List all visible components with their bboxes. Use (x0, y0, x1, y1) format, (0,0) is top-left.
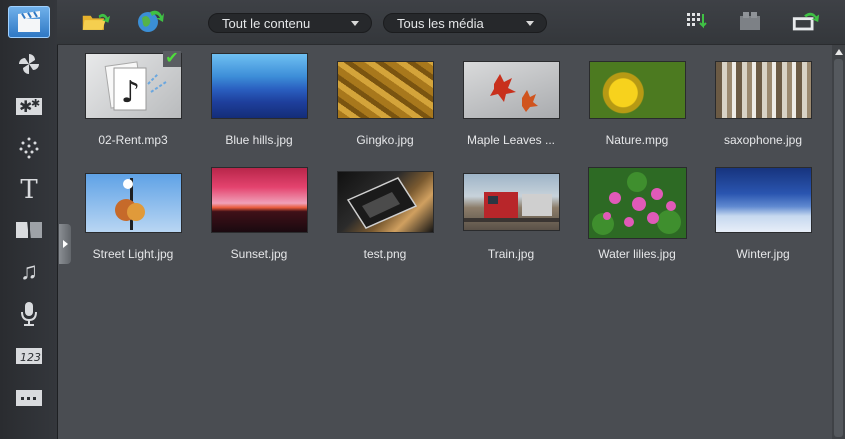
content-filter-label: Tout le contenu (222, 16, 311, 31)
media-item-label: test.png (363, 247, 407, 261)
image-thumbnail (337, 61, 434, 119)
film-frames-icon (740, 12, 760, 30)
numbered-strip-icon: 123 (16, 348, 42, 364)
media-library-grid: ♪ ✔ 02-Rent.mp3 Blue hills.jpg Gingko.jp… (57, 45, 831, 439)
film-filter-icon (16, 220, 42, 240)
train-image-icon (464, 192, 559, 222)
film-strip-image-icon (346, 177, 418, 229)
particles-button[interactable] (8, 132, 50, 164)
export-button[interactable] (791, 8, 821, 34)
svg-text:123: 123 (20, 351, 41, 364)
chapters-button[interactable]: 123 (8, 340, 50, 372)
image-thumbnail (463, 173, 560, 231)
media-item-label: Maple Leaves ... (466, 133, 556, 147)
vertical-scrollbar[interactable] (832, 45, 845, 439)
media-filter-dropdown[interactable]: Tous les média (383, 13, 547, 33)
image-thumbnail (463, 61, 560, 119)
media-item-label: saxophone.jpg (723, 133, 803, 147)
title-t-icon: T (20, 175, 38, 205)
svg-text:✱: ✱ (31, 97, 40, 110)
media-item-label: 02-Rent.mp3 (98, 133, 168, 147)
media-library-button[interactable] (8, 6, 50, 38)
music-button[interactable]: ♫ (8, 256, 50, 288)
fan-icon (19, 54, 39, 74)
media-item-label: Gingko.jpg (356, 133, 414, 147)
media-item-label: Blue hills.jpg (225, 133, 293, 147)
street-light-image-icon (115, 178, 145, 230)
transitions-button[interactable] (8, 48, 50, 80)
effects-button[interactable]: ✱ ✱ (8, 90, 50, 122)
scrollbar-thumb[interactable] (834, 59, 843, 437)
image-thumbnail (85, 173, 182, 233)
storyboard-button[interactable] (735, 8, 765, 34)
voice-button[interactable] (8, 298, 50, 330)
image-thumbnail (337, 171, 434, 233)
filters-button[interactable] (8, 214, 50, 246)
view-options-button[interactable] (681, 8, 711, 34)
media-item-label: Train.jpg (487, 247, 535, 261)
microphone-icon (21, 302, 37, 326)
chevron-down-icon (351, 21, 359, 26)
folder-add-icon (82, 13, 111, 30)
media-item-label: Sunset.jpg (230, 247, 288, 261)
image-thumbnail (588, 167, 687, 239)
leaf-image-icon (490, 74, 538, 112)
title-button[interactable]: T (8, 174, 50, 206)
video-thumbnail (589, 61, 686, 119)
left-tool-rail: ✱ ✱ T ♫ 123 (0, 0, 58, 439)
chevron-down-icon (526, 21, 534, 26)
water-lily-image-icon (592, 172, 681, 235)
content-filter-dropdown[interactable]: Tout le contenu (208, 13, 372, 33)
subtitles-button[interactable] (8, 382, 50, 414)
music-note-icon: ♫ (20, 258, 38, 285)
media-filter-label: Tous les média (397, 16, 484, 31)
film-export-icon (792, 12, 820, 31)
media-item-label: Winter.jpg (736, 247, 790, 261)
sparkle-dots-icon (19, 137, 39, 159)
media-item-label: Street Light.jpg (92, 247, 174, 261)
effects-star-icon: ✱ ✱ (16, 97, 42, 116)
media-item-label: Nature.mpg (605, 133, 669, 147)
globe-refresh-icon (138, 10, 164, 32)
online-content-button[interactable] (135, 8, 165, 34)
media-item-label: Water lilies.jpg (598, 247, 676, 261)
clapperboard-icon (18, 11, 40, 32)
top-toolbar: Tout le contenu Tous les média (57, 0, 845, 45)
image-thumbnail (715, 61, 812, 119)
grid-sort-icon (687, 13, 707, 29)
image-thumbnail (211, 53, 308, 119)
image-thumbnail (211, 167, 308, 233)
svg-text:♪: ♪ (121, 75, 140, 110)
image-thumbnail (715, 167, 812, 233)
subtitle-dots-icon (16, 390, 42, 406)
scroll-up-icon[interactable] (835, 49, 843, 55)
added-check-icon: ✔ (163, 51, 181, 67)
import-folder-button[interactable] (81, 8, 111, 34)
